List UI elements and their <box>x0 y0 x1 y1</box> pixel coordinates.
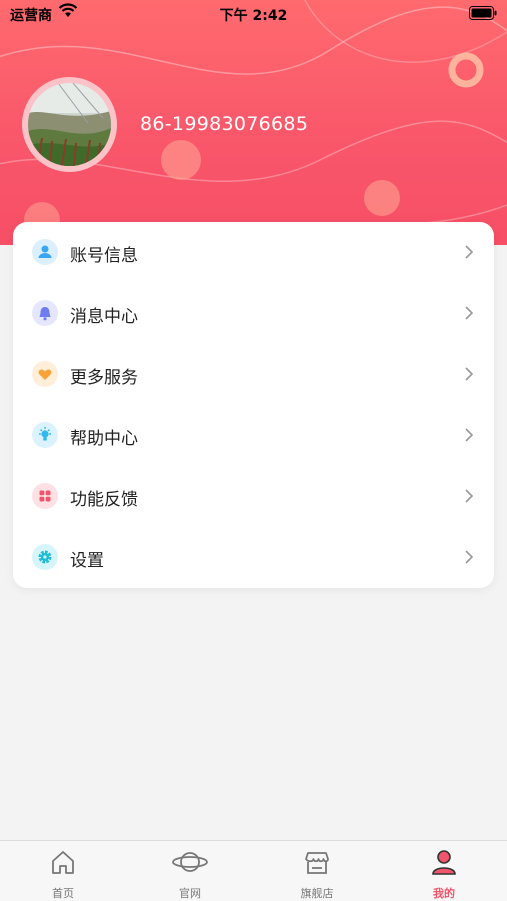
tab-website[interactable]: 官网 <box>127 841 253 901</box>
profile-icon <box>429 847 459 881</box>
menu-card: 账号信息 消息中心 更多服务 帮助中心 功能反馈 设置 <box>13 222 494 588</box>
menu-item-account[interactable]: 账号信息 <box>13 222 494 283</box>
menu-label: 消息中心 <box>70 307 138 327</box>
profile-header: 运营商 下午 2:42 86-19983076685 <box>0 0 507 245</box>
tab-label: 我的 <box>433 887 455 900</box>
menu-label: 设置 <box>70 551 104 571</box>
tab-home[interactable]: 首页 <box>0 841 126 901</box>
tab-bar: 首页 官网 旗舰店 我的 <box>0 840 507 901</box>
battery-icon <box>469 6 497 24</box>
chevron-right-icon <box>464 305 474 325</box>
bell-icon <box>32 300 58 326</box>
menu-item-settings[interactable]: 设置 <box>13 527 494 588</box>
menu-item-help[interactable]: 帮助中心 <box>13 405 494 466</box>
menu-item-feedback[interactable]: 功能反馈 <box>13 466 494 527</box>
tab-label: 旗舰店 <box>300 887 334 900</box>
gear-icon <box>32 544 58 570</box>
chevron-right-icon <box>464 488 474 508</box>
menu-label: 功能反馈 <box>70 490 138 510</box>
chevron-right-icon <box>464 244 474 264</box>
home-icon <box>48 847 78 881</box>
grid-icon <box>32 483 58 509</box>
user-phone: 86-19983076685 <box>140 113 309 135</box>
chevron-right-icon <box>464 427 474 447</box>
planet-icon <box>171 847 209 881</box>
status-time: 下午 2:42 <box>219 8 288 24</box>
tab-label: 官网 <box>179 887 201 900</box>
lightbulb-icon <box>32 422 58 448</box>
menu-item-more-services[interactable]: 更多服务 <box>13 344 494 405</box>
status-bar: 运营商 下午 2:42 <box>0 0 507 28</box>
menu-label: 帮助中心 <box>70 429 138 449</box>
chevron-right-icon <box>464 549 474 569</box>
user-icon <box>32 239 58 265</box>
avatar-photo <box>28 83 111 166</box>
tab-flagship-store[interactable]: 旗舰店 <box>254 841 380 901</box>
store-icon <box>302 847 332 881</box>
tab-label: 首页 <box>52 887 74 900</box>
avatar[interactable] <box>22 77 117 172</box>
menu-item-messages[interactable]: 消息中心 <box>13 283 494 344</box>
tab-mine[interactable]: 我的 <box>381 841 507 901</box>
chevron-right-icon <box>464 366 474 386</box>
menu-label: 更多服务 <box>70 368 138 388</box>
heart-icon <box>32 361 58 387</box>
menu-label: 账号信息 <box>70 246 138 266</box>
